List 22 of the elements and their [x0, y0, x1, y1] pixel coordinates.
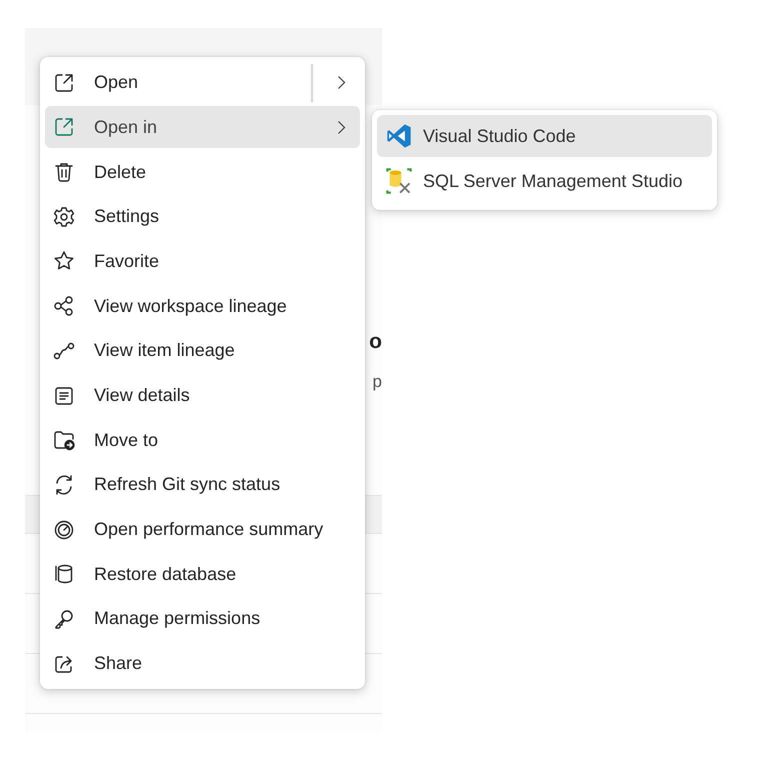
submenu-item[interactable]: SQL Server Management Studio	[377, 160, 712, 202]
menu-item[interactable]: Open performance summary	[45, 508, 360, 551]
menu-item[interactable]: Open in	[45, 106, 360, 148]
menu-item[interactable]: Delete	[45, 151, 360, 194]
menu-item[interactable]: Refresh Git sync status	[45, 464, 360, 506]
database-tools-icon	[385, 167, 413, 195]
settings-icon	[52, 204, 76, 229]
menu-item[interactable]: View workspace lineage	[45, 285, 360, 328]
chevron-right-icon[interactable]	[337, 120, 346, 135]
submenu-item[interactable]: Visual Studio Code	[377, 115, 712, 157]
code-editor-logo-icon	[385, 122, 413, 150]
menu-item[interactable]: Settings	[45, 196, 360, 238]
description-text: p	[372, 372, 382, 392]
menu-item[interactable]: View details	[45, 374, 360, 416]
chevron-right-icon[interactable]	[337, 75, 346, 90]
menu-item[interactable]: Move to	[45, 419, 360, 462]
menu-item[interactable]: Manage permissions	[45, 598, 360, 640]
menu-item[interactable]: Restore database	[45, 553, 360, 596]
menu-item[interactable]: Favorite	[45, 240, 360, 282]
menu-item[interactable]: View item lineage	[45, 330, 360, 372]
heading-text: o	[369, 330, 382, 354]
menu-item[interactable]: Share	[45, 642, 360, 685]
